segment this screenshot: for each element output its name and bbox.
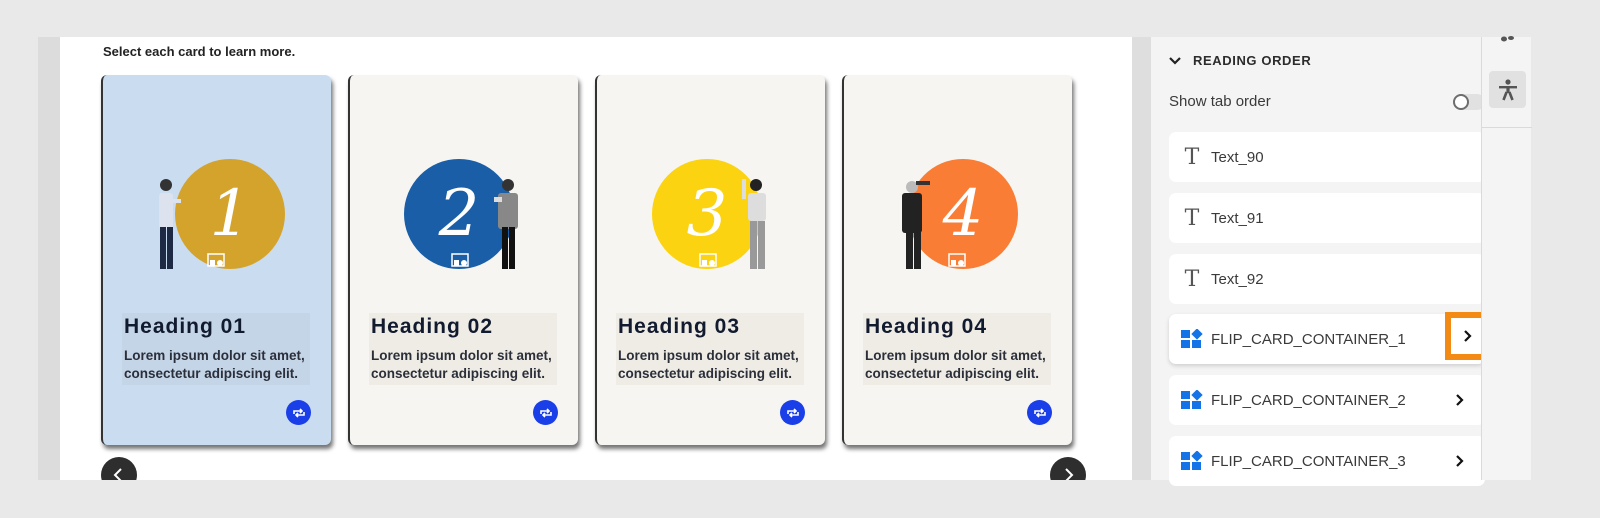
flip-icon bbox=[539, 407, 552, 418]
slide-canvas: Select each card to learn more. 1 Headin… bbox=[60, 37, 1132, 480]
card-body: Lorem ipsum dolor sit amet, consectetur … bbox=[124, 348, 305, 381]
flip-button[interactable] bbox=[1027, 400, 1052, 425]
card-body: Lorem ipsum dolor sit amet, consectetur … bbox=[371, 348, 552, 381]
text-icon: T bbox=[1184, 144, 1200, 170]
person-image bbox=[902, 181, 930, 269]
card-heading: Heading 03 bbox=[618, 315, 741, 338]
item-label: Text_92 bbox=[1211, 270, 1264, 288]
prev-button[interactable] bbox=[101, 457, 137, 480]
section-title: READING ORDER bbox=[1193, 53, 1312, 68]
toggle-label: Show tab order bbox=[1169, 93, 1271, 110]
flip-button[interactable] bbox=[780, 400, 805, 425]
image-placeholder-icon bbox=[207, 253, 225, 267]
person-image bbox=[159, 179, 181, 269]
panel-splitter[interactable] bbox=[1132, 37, 1151, 480]
image-placeholder-icon bbox=[948, 253, 966, 267]
container-icon bbox=[1181, 329, 1203, 348]
card-heading: Heading 04 bbox=[865, 315, 988, 338]
card-text: Heading 04 Lorem ipsum dolor sit amet, c… bbox=[863, 313, 1051, 385]
card-body: Lorem ipsum dolor sit amet, consectetur … bbox=[618, 348, 799, 381]
card-number: 2 bbox=[438, 177, 480, 251]
toggle-knob bbox=[1453, 93, 1469, 110]
partial-icon bbox=[1501, 36, 1514, 42]
flip-icon bbox=[1033, 407, 1046, 418]
chevron-left-icon bbox=[113, 468, 122, 480]
chevron-right-icon bbox=[1456, 455, 1464, 467]
rail-divider bbox=[1482, 127, 1532, 128]
card-number: 1 bbox=[209, 177, 251, 251]
item-label: Text_91 bbox=[1211, 209, 1264, 227]
item-label: Text_90 bbox=[1211, 148, 1264, 166]
show-tab-order-row: Show tab order bbox=[1169, 93, 1485, 110]
flip-card-2[interactable]: 2 Heading 02 Lorem ipsum dolor sit amet,… bbox=[348, 75, 578, 445]
next-button[interactable] bbox=[1050, 457, 1086, 480]
reading-order-panel: READING ORDER Show tab order T Text_90 T… bbox=[1151, 37, 1491, 486]
chevron-down-icon bbox=[1169, 56, 1181, 65]
reading-order-item[interactable]: FLIP_CARD_CONTAINER_2 bbox=[1169, 375, 1485, 425]
image-placeholder-icon bbox=[451, 253, 469, 267]
expand-button[interactable] bbox=[1445, 436, 1475, 486]
person-image bbox=[494, 179, 518, 269]
container-icon bbox=[1181, 451, 1203, 470]
flip-card-1[interactable]: 1 Heading 01 Lorem ipsum dolor sit amet,… bbox=[101, 75, 331, 445]
reading-order-item[interactable]: T Text_92 bbox=[1169, 254, 1485, 304]
card-body: Lorem ipsum dolor sit amet, consectetur … bbox=[865, 348, 1046, 381]
flip-icon bbox=[786, 407, 799, 418]
flip-button[interactable] bbox=[286, 400, 311, 425]
person-image bbox=[742, 179, 766, 269]
reading-order-item[interactable]: FLIP_CARD_CONTAINER_1 bbox=[1169, 312, 1491, 364]
card-heading: Heading 01 bbox=[124, 315, 247, 338]
accessibility-button[interactable] bbox=[1489, 71, 1526, 108]
accessibility-icon bbox=[1498, 78, 1517, 100]
flip-card-3[interactable]: 3 Heading 03 Lorem ipsum dolor sit amet,… bbox=[595, 75, 825, 445]
card-number: 3 bbox=[686, 177, 728, 251]
flip-button[interactable] bbox=[533, 400, 558, 425]
card-text: Heading 02 Lorem ipsum dolor sit amet, c… bbox=[369, 313, 557, 385]
flip-card-4[interactable]: 4 Heading 04 Lorem ipsum dolor sit amet,… bbox=[842, 75, 1072, 445]
reading-order-item[interactable]: T Text_90 bbox=[1169, 132, 1485, 182]
container-icon bbox=[1181, 390, 1203, 409]
instruction-text: Select each card to learn more. bbox=[103, 44, 296, 59]
image-placeholder-icon bbox=[699, 253, 717, 267]
card-number: 4 bbox=[942, 177, 984, 251]
item-label: FLIP_CARD_CONTAINER_3 bbox=[1211, 452, 1406, 470]
reading-order-item[interactable]: FLIP_CARD_CONTAINER_3 bbox=[1169, 436, 1485, 486]
reading-order-item[interactable]: T Text_91 bbox=[1169, 193, 1485, 243]
card-heading: Heading 02 bbox=[371, 315, 494, 338]
expand-button[interactable] bbox=[1445, 375, 1475, 425]
chevron-right-icon bbox=[1464, 330, 1472, 342]
number-circle: 1 bbox=[175, 159, 285, 269]
chevron-right-icon bbox=[1456, 394, 1464, 406]
right-tool-rail bbox=[1481, 36, 1532, 480]
chevron-right-icon bbox=[1065, 468, 1074, 480]
flip-icon bbox=[292, 407, 305, 418]
app-window: Select each card to learn more. 1 Headin… bbox=[0, 0, 1600, 518]
reading-order-header[interactable]: READING ORDER bbox=[1169, 53, 1311, 68]
card-text: Heading 03 Lorem ipsum dolor sit amet, c… bbox=[616, 313, 804, 385]
text-icon: T bbox=[1184, 266, 1200, 292]
text-icon: T bbox=[1184, 205, 1200, 231]
item-label: FLIP_CARD_CONTAINER_2 bbox=[1211, 391, 1406, 409]
card-text: Heading 01 Lorem ipsum dolor sit amet, c… bbox=[122, 313, 310, 385]
item-label: FLIP_CARD_CONTAINER_1 bbox=[1211, 330, 1406, 348]
